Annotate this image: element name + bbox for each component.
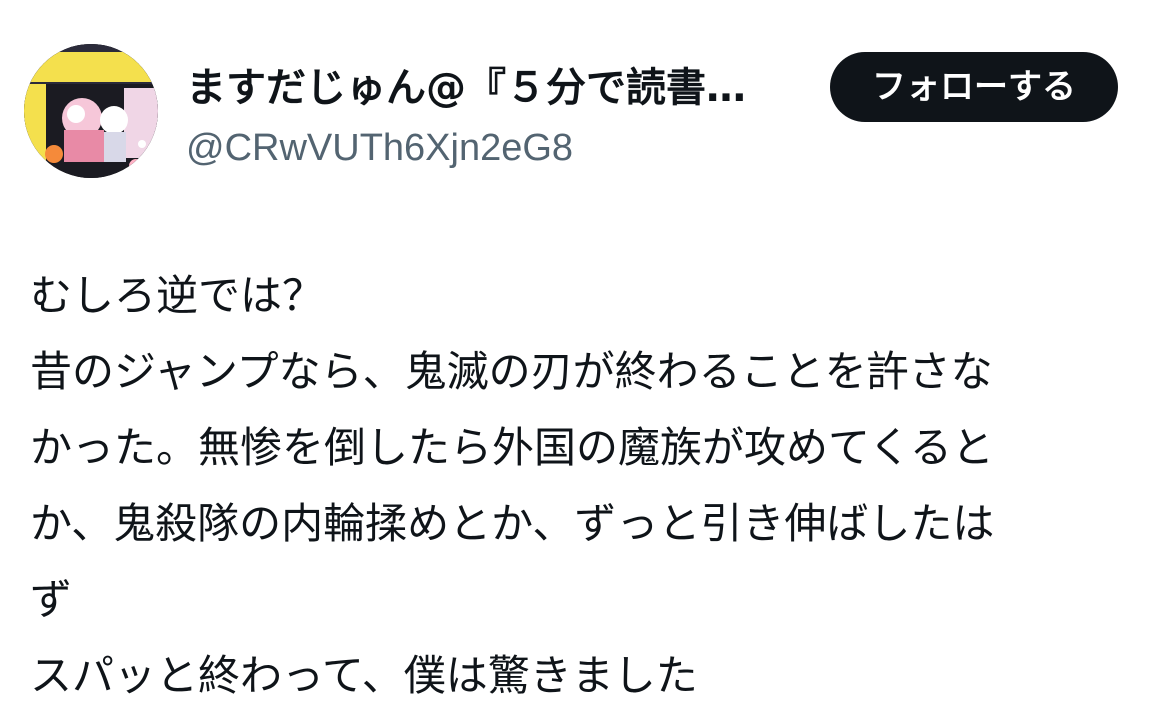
follow-button[interactable]: フォローする xyxy=(830,52,1118,122)
tweet-header: ますだじゅん@『５分で読書… @CRwVUTh6Xjn2eG8 フォローする xyxy=(0,0,1170,200)
tweet-text-line: 昔のジャンプなら、鬼滅の刃が終わることを許さな xyxy=(30,347,993,396)
avatar[interactable] xyxy=(24,44,158,178)
tweet-text-line: か、鬼殺隊の内輪揉めとか、ずっと引き伸ばしたは xyxy=(30,499,995,548)
book-cover-avatar-icon xyxy=(24,44,158,178)
tweet-text: むしろ逆では？ 昔のジャンプなら、鬼滅の刃が終わることを許さな かった。無惨を倒… xyxy=(30,258,1150,714)
tweet-text-line: スパッと終わって、僕は驚きました xyxy=(30,651,698,700)
tweet-text-line: かった。無惨を倒したら外国の魔族が攻めてくると xyxy=(30,423,994,472)
user-names: ますだじゅん@『５分で読書… @CRwVUTh6Xjn2eG8 xyxy=(186,62,806,172)
tweet-text-line: むしろ逆では？ xyxy=(30,271,325,320)
tweet-card: ますだじゅん@『５分で読書… @CRwVUTh6Xjn2eG8 フォローする む… xyxy=(0,0,1170,720)
tweet-text-line: ず xyxy=(30,575,73,624)
user-handle[interactable]: @CRwVUTh6Xjn2eG8 xyxy=(186,124,806,172)
display-name[interactable]: ますだじゅん@『５分で読書… xyxy=(186,62,806,114)
